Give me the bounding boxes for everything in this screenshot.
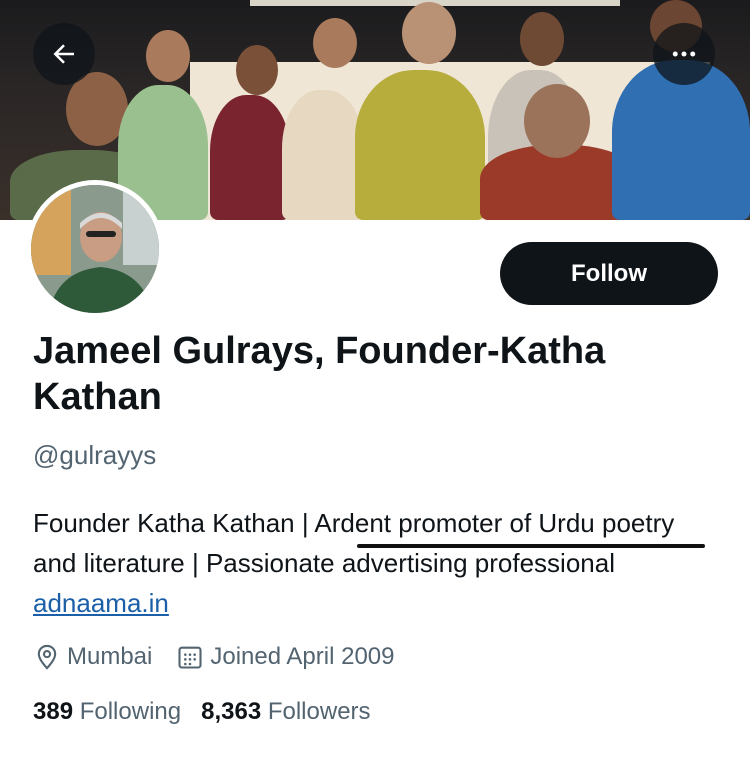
joined-item: Joined April 2009	[176, 643, 395, 671]
location-text: Mumbai	[67, 643, 153, 670]
more-horizontal-icon	[672, 51, 696, 57]
location-item: Mumbai	[33, 643, 152, 671]
more-options-button[interactable]	[653, 23, 715, 85]
display-name: Jameel Gulrays, Founder-Katha Kathan	[33, 330, 606, 418]
following-label: Following	[79, 698, 182, 725]
calendar-icon	[178, 646, 202, 669]
following-count: 389	[33, 698, 74, 725]
user-handle: @gulrayys	[33, 440, 157, 470]
profile-meta: Mumbai Joined April 2009	[33, 640, 419, 674]
bio-text: Founder Katha Kathan | Ardent promoter o…	[33, 508, 675, 578]
follow-button[interactable]: Follow	[500, 242, 718, 305]
profile-bio: Founder Katha Kathan | Ardent promoter o…	[33, 503, 713, 623]
avatar-photo	[31, 185, 159, 313]
location-pin-icon	[37, 644, 57, 670]
followers-link[interactable]: 8,363 Followers	[201, 698, 370, 726]
followers-label: Followers	[267, 698, 371, 725]
back-button[interactable]	[33, 23, 95, 85]
following-link[interactable]: 389 Following	[33, 698, 181, 726]
bio-link[interactable]: adnaama.in	[33, 588, 169, 618]
joined-text: Joined April 2009	[210, 643, 395, 670]
avatar[interactable]	[26, 180, 164, 318]
annotation-underline	[357, 544, 705, 548]
followers-count: 8,363	[201, 698, 262, 725]
arrow-left-icon	[53, 44, 74, 64]
profile-stats: 389 Following 8,363 Followers	[33, 698, 391, 726]
